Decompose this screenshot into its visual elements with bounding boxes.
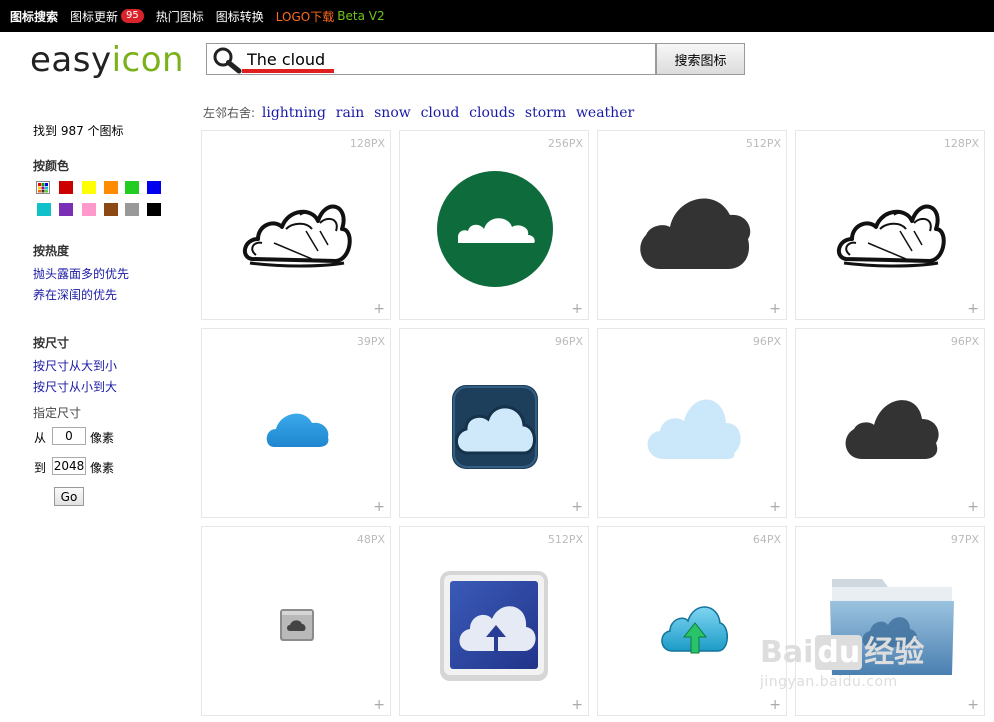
related-link-cloud[interactable]: cloud <box>421 105 460 121</box>
dark-cloud-icon <box>640 198 751 269</box>
watermark-brand: Bai <box>760 635 814 670</box>
green-circle-cloud-icon <box>437 171 553 287</box>
site-logo[interactable]: easyicon <box>30 40 184 80</box>
updates-count-badge: 95 <box>121 9 144 23</box>
logo-download-label: LOGO下载 <box>275 9 335 24</box>
icon-result-tile[interactable]: 96PX + <box>399 328 589 518</box>
icon-result-tile[interactable]: 39PX + <box>201 328 391 518</box>
baidu-watermark: Bai du 经验 jingyan.baidu.com <box>760 635 925 690</box>
nav-icon-updates[interactable]: 图标更新 95 <box>70 8 144 25</box>
blue-cloud-icon <box>266 413 329 447</box>
color-swatch-green[interactable] <box>125 181 139 194</box>
search-input[interactable] <box>247 48 627 70</box>
custom-size-label: 指定尺寸 <box>33 406 82 420</box>
related-link-lightning[interactable]: lightning <box>262 105 326 121</box>
related-link-weather[interactable]: weather <box>576 105 634 121</box>
add-icon[interactable]: + <box>967 301 979 317</box>
from-unit-label: 像素 <box>90 431 115 445</box>
related-link-storm[interactable]: storm <box>525 105 566 121</box>
logo-text-easy: easy <box>30 40 112 80</box>
add-icon[interactable]: + <box>967 499 979 515</box>
icon-result-tile[interactable]: 512PX + <box>597 130 787 320</box>
nav-icon-search[interactable]: 图标搜索 <box>10 8 58 25</box>
color-swatch-blue[interactable] <box>147 181 161 194</box>
color-swatch-pink[interactable] <box>82 203 96 216</box>
add-icon[interactable]: + <box>571 499 583 515</box>
min-size-input[interactable] <box>52 427 86 445</box>
color-swatch-grey[interactable] <box>125 203 139 216</box>
related-link-clouds[interactable]: clouds <box>469 105 515 121</box>
color-swatch-black[interactable] <box>147 203 161 216</box>
icon-result-tile[interactable]: 512PX + <box>399 526 589 716</box>
navy-square-cloud-icon <box>452 385 538 469</box>
sort-size-desc[interactable]: 按尺寸从大到小 <box>33 357 117 374</box>
icon-result-tile[interactable]: 128PX + <box>201 130 391 320</box>
color-filter-heading: 按颜色 <box>33 159 70 173</box>
watermark-paw-box: du <box>815 635 863 670</box>
watermark-url: jingyan.baidu.com <box>760 674 898 690</box>
icon-result-tile[interactable]: 96PX + <box>795 328 985 518</box>
watermark-brand-2: du <box>817 635 861 670</box>
sort-size-asc[interactable]: 按尺寸从小到大 <box>33 378 117 395</box>
nav-updates-label: 图标更新 <box>70 9 119 24</box>
add-icon[interactable]: + <box>769 301 781 317</box>
add-icon[interactable]: + <box>769 697 781 713</box>
add-icon[interactable]: + <box>769 499 781 515</box>
size-filter-heading: 按尺寸 <box>33 336 70 350</box>
beta-label: Beta V2 <box>337 9 385 23</box>
magnifier-icon <box>213 47 242 74</box>
add-icon[interactable]: + <box>373 499 385 515</box>
related-link-rain[interactable]: rain <box>336 105 365 121</box>
sort-popular-first[interactable]: 抛头露面多的优先 <box>33 265 129 282</box>
sort-unpopular-first[interactable]: 养在深闺的优先 <box>33 286 117 303</box>
add-icon[interactable]: + <box>373 301 385 317</box>
nav-logo-download[interactable]: LOGO下载 Beta V2 <box>276 8 385 25</box>
related-tags: 左邻右舍: lightning rain snow cloud clouds s… <box>203 104 640 121</box>
icon-result-tile[interactable]: 96PX + <box>597 328 787 518</box>
color-swatch-red[interactable] <box>59 181 73 194</box>
grey-cloud-app-icon <box>280 609 314 641</box>
add-icon[interactable]: + <box>967 697 979 713</box>
result-count: 找到 987 个图标 <box>33 124 124 138</box>
sketch-cloud-icon <box>242 204 352 268</box>
nav-icon-convert[interactable]: 图标转换 <box>216 8 264 25</box>
from-label: 从 <box>34 431 47 445</box>
sketch-cloud-icon <box>836 204 946 268</box>
related-link-snow[interactable]: snow <box>374 105 411 121</box>
logo-text-icon: icon <box>111 40 185 80</box>
nav-popular-icons[interactable]: 热门图标 <box>156 8 204 25</box>
icon-result-tile[interactable]: 64PX + <box>597 526 787 716</box>
related-label: 左邻右舍: <box>203 106 256 120</box>
popularity-filter-heading: 按热度 <box>33 244 70 258</box>
top-nav-bar: 图标搜索 图标更新 95 热门图标 图标转换 LOGO下载 Beta V2 <box>0 0 994 32</box>
color-swatch-multi[interactable] <box>36 181 50 194</box>
to-unit-label: 像素 <box>90 461 115 475</box>
color-swatch-yellow[interactable] <box>82 181 96 194</box>
color-swatch-brown[interactable] <box>104 203 118 216</box>
add-icon[interactable]: + <box>571 301 583 317</box>
icon-result-tile[interactable]: 256PX + <box>399 130 589 320</box>
add-icon[interactable]: + <box>373 697 385 713</box>
color-swatch-orange[interactable] <box>104 181 118 194</box>
light-blue-cloud-icon <box>647 399 741 459</box>
search-term-underline <box>242 69 334 73</box>
max-size-input[interactable] <box>52 457 86 475</box>
add-icon[interactable]: + <box>571 697 583 713</box>
dark-cloud-icon <box>845 400 939 459</box>
color-swatch-cyan[interactable] <box>37 203 51 216</box>
icon-result-tile[interactable]: 128PX + <box>795 130 985 320</box>
color-swatch-purple[interactable] <box>59 203 73 216</box>
to-label: 到 <box>34 461 47 475</box>
search-button[interactable]: 搜索图标 <box>656 43 745 75</box>
go-button[interactable]: Go <box>54 487 84 506</box>
icon-result-tile[interactable]: 48PX + <box>201 526 391 716</box>
watermark-site: 经验 <box>864 635 925 670</box>
blue-cloud-upload-icon <box>440 571 548 681</box>
